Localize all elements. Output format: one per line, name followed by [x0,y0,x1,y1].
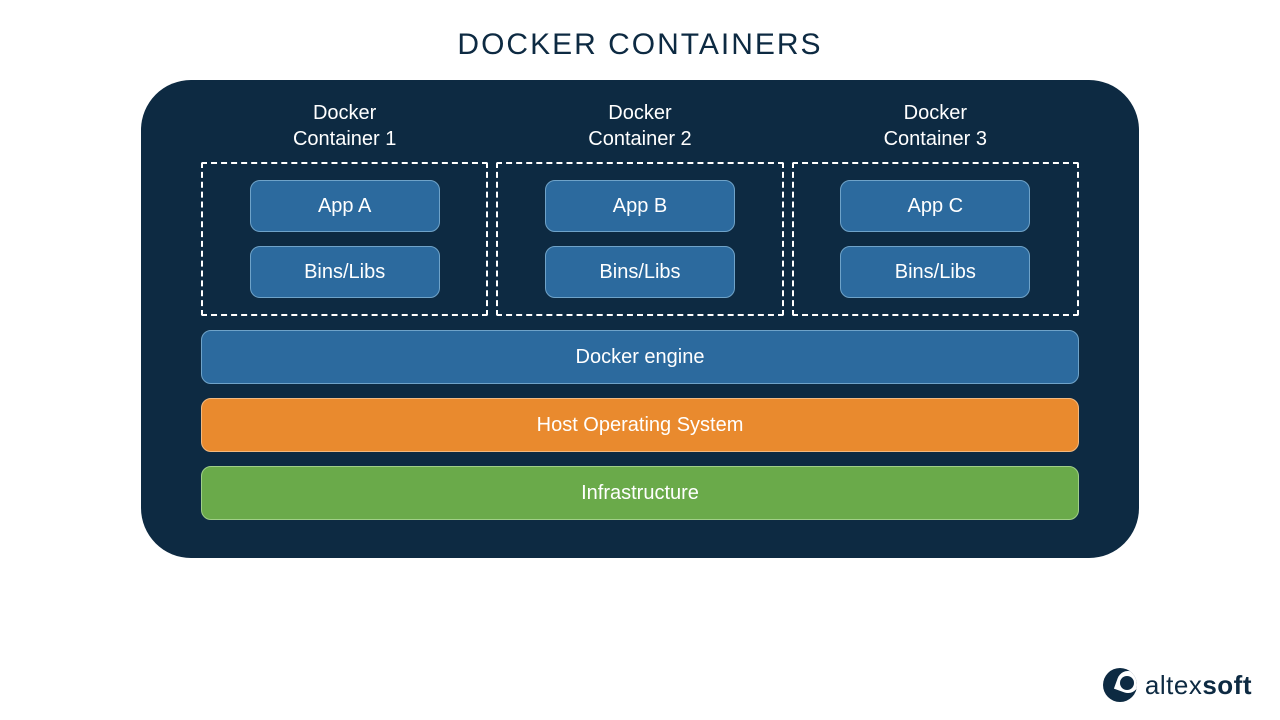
brand-logo-icon [1103,668,1137,702]
brand-name-light: altex [1145,670,1202,700]
container-1-box: App A Bins/Libs [201,162,488,316]
container-1-bins: Bins/Libs [250,246,440,298]
container-2-label: Docker Container 2 [588,100,691,152]
container-2-box: App B Bins/Libs [496,162,783,316]
container-3-label: Docker Container 3 [884,100,987,152]
infrastructure-layer: Infrastructure [201,466,1079,520]
container-2-bins: Bins/Libs [545,246,735,298]
container-3-box: App C Bins/Libs [792,162,1079,316]
container-1-label: Docker Container 1 [293,100,396,152]
docker-engine-layer: Docker engine [201,330,1079,384]
container-3-bins: Bins/Libs [840,246,1030,298]
container-3-app: App C [840,180,1030,232]
containers-row: Docker Container 1 App A Bins/Libs Docke… [201,100,1079,316]
host-os-layer: Host Operating System [201,398,1079,452]
brand-logo-text: altexsoft [1145,670,1252,701]
container-2: Docker Container 2 App B Bins/Libs [496,100,783,316]
diagram-title: DOCKER CONTAINERS [0,0,1280,80]
brand-name-bold: soft [1202,670,1252,700]
container-1: Docker Container 1 App A Bins/Libs [201,100,488,316]
container-3: Docker Container 3 App C Bins/Libs [792,100,1079,316]
container-1-app: App A [250,180,440,232]
brand-logo: altexsoft [1103,668,1252,702]
container-2-app: App B [545,180,735,232]
diagram-panel: Docker Container 1 App A Bins/Libs Docke… [141,80,1139,558]
stack-layers: Docker engine Host Operating System Infr… [201,330,1079,520]
